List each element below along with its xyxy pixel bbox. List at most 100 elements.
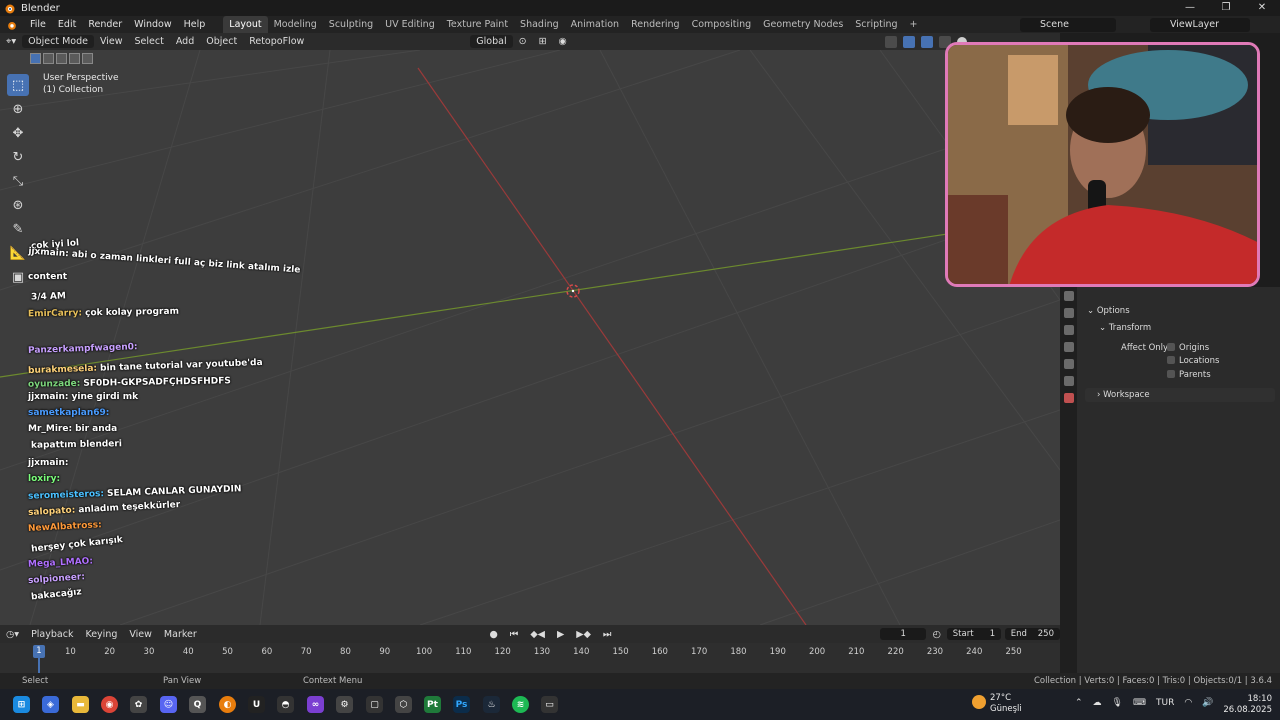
add-workspace-icon[interactable]: + — [904, 16, 924, 33]
scene-selector[interactable]: Scene — [1020, 16, 1116, 33]
select-extend-icon[interactable] — [43, 53, 54, 64]
annotate-tool-icon[interactable]: ✎ — [7, 218, 29, 240]
start-frame-field[interactable]: Start 1 — [946, 628, 1002, 640]
menu-help[interactable]: Help — [178, 16, 212, 33]
tab-geometry-nodes[interactable]: Geometry Nodes — [757, 16, 849, 33]
select-box-tool-icon[interactable]: ⬚ — [7, 74, 29, 96]
mode-dropdown[interactable]: Object Mode — [22, 35, 94, 48]
spotify-icon[interactable]: ≋ — [512, 696, 529, 713]
workspace-section-header[interactable]: › Workspace — [1085, 388, 1275, 402]
language-indicator[interactable]: TUR — [1156, 698, 1174, 708]
timeline-ruler[interactable]: 1 10 20 30 40 50 60 70 80 90 100 110 120 130 140 150 16… — [0, 643, 1060, 673]
tab-shading[interactable]: Shading — [514, 16, 565, 33]
tab-uv-editing[interactable]: UV Editing — [379, 16, 441, 33]
pycharm-icon[interactable]: Pt — [424, 696, 441, 713]
scene-properties-icon[interactable] — [1063, 359, 1074, 369]
clock-icon[interactable]: ◴ — [926, 626, 946, 643]
copilot-icon[interactable]: ◈ — [42, 696, 59, 713]
overlay-icon[interactable] — [921, 35, 933, 48]
menu-render[interactable]: Render — [82, 16, 128, 33]
timeline-view-menu[interactable]: View — [123, 626, 158, 643]
tab-sculpting[interactable]: Sculpting — [323, 16, 379, 33]
playhead[interactable]: 1 — [33, 645, 45, 658]
chevron-up-icon[interactable]: ⌃ — [1075, 698, 1083, 708]
view-layer-properties-icon[interactable] — [1063, 342, 1074, 352]
origins-checkbox[interactable]: Origins — [1167, 343, 1209, 353]
tool-properties-icon[interactable] — [1063, 291, 1074, 301]
tab-scripting[interactable]: Scripting — [849, 16, 903, 33]
end-frame-field[interactable]: End 250 — [1004, 628, 1060, 640]
mic-tray-icon[interactable]: 🎙 — [1112, 698, 1123, 708]
close-button[interactable]: ✕ — [1244, 0, 1280, 16]
measure-tool-icon[interactable]: 📐 — [7, 242, 29, 264]
visibility-icon[interactable] — [885, 35, 897, 48]
render-properties-icon[interactable] — [1063, 308, 1074, 318]
tab-rendering[interactable]: Rendering — [625, 16, 686, 33]
menu-add[interactable]: Add — [170, 33, 200, 50]
transform-tool-icon[interactable]: ⊛ — [7, 194, 29, 216]
menu-file[interactable]: File — [24, 16, 52, 33]
select-invert-icon[interactable] — [69, 53, 80, 64]
tab-texture-paint[interactable]: Texture Paint — [441, 16, 514, 33]
menu-view[interactable]: View — [94, 33, 129, 50]
scale-tool-icon[interactable]: ⤡ — [7, 170, 29, 192]
discord-icon[interactable]: ☺ — [160, 696, 177, 713]
select-subtract-icon[interactable] — [56, 53, 67, 64]
jump-start-icon[interactable]: ⏮ — [504, 626, 525, 643]
prev-keyframe-icon[interactable]: ◆◀ — [524, 626, 551, 643]
select-intersect-icon[interactable] — [82, 53, 93, 64]
scene-field[interactable]: Scene — [1020, 17, 1116, 32]
menu-retopoflow[interactable]: RetopoFlow — [243, 33, 310, 50]
visual-studio-icon[interactable]: ∞ — [307, 696, 324, 713]
tab-compositing[interactable]: Compositing — [686, 16, 758, 33]
volume-icon[interactable]: 🔊 — [1202, 698, 1213, 708]
app-icon-4[interactable]: ▢ — [366, 696, 383, 713]
record-icon[interactable]: ● — [483, 626, 503, 643]
blender-taskbar-icon[interactable]: ◐ — [219, 696, 236, 713]
app-icon-3[interactable]: ⚙ — [336, 696, 353, 713]
select-new-icon[interactable] — [30, 53, 41, 64]
current-frame-field[interactable]: 1 — [880, 628, 927, 640]
keyboard-tray-icon[interactable]: ⌨ — [1133, 698, 1146, 708]
rotate-tool-icon[interactable]: ↻ — [7, 146, 29, 168]
transform-subsection-header[interactable]: ⌄ Transform — [1099, 323, 1151, 333]
photoshop-icon[interactable]: Ps — [453, 696, 470, 713]
snap-icon[interactable]: ⊞ — [533, 33, 553, 50]
transform-orientation-dropdown[interactable]: Global — [470, 35, 513, 48]
taskbar-clock[interactable]: 18:10 26.08.2025 — [1222, 694, 1272, 716]
add-cube-tool-icon[interactable]: ▣ — [7, 266, 29, 288]
menu-edit[interactable]: Edit — [52, 16, 82, 33]
chrome-icon[interactable]: ◉ — [101, 696, 118, 713]
output-properties-icon[interactable] — [1063, 325, 1074, 335]
tab-modeling[interactable]: Modeling — [268, 16, 323, 33]
move-tool-icon[interactable]: ✥ — [7, 122, 29, 144]
3d-viewport[interactable]: User Perspective (1) Collection ⬚ ⊕ ✥ ↻ … — [0, 50, 1060, 625]
jump-end-icon[interactable]: ⏭ — [597, 626, 618, 643]
network-tray-icon[interactable]: ☁ — [1093, 698, 1102, 708]
world-properties-icon[interactable] — [1063, 376, 1074, 386]
unreal-icon[interactable]: U — [248, 696, 265, 713]
minimize-button[interactable]: — — [1172, 0, 1208, 16]
app-icon-1[interactable]: ✿ — [130, 696, 147, 713]
file-explorer-icon[interactable]: ▬ — [72, 696, 89, 713]
play-icon[interactable]: ▶ — [551, 626, 570, 643]
menu-window[interactable]: Window — [128, 16, 177, 33]
terminal-icon[interactable]: ▭ — [541, 696, 558, 713]
windows-start-icon[interactable]: ⊞ — [13, 696, 30, 713]
unity-icon[interactable]: ⬡ — [395, 696, 412, 713]
wifi-icon[interactable]: ◠ — [1184, 698, 1192, 708]
viewlayer-selector[interactable]: ViewLayer — [1150, 16, 1250, 33]
editor-type-icon[interactable]: ⌖▾ — [0, 33, 22, 50]
steam-icon[interactable]: ♨ — [483, 696, 500, 713]
blender-menu-icon[interactable] — [6, 19, 18, 31]
menu-object[interactable]: Object — [200, 33, 243, 50]
next-keyframe-icon[interactable]: ▶◆ — [570, 626, 597, 643]
menu-select[interactable]: Select — [129, 33, 170, 50]
marker-menu[interactable]: Marker — [158, 626, 203, 643]
gizmo-icon[interactable] — [903, 35, 915, 48]
cursor-tool-icon[interactable]: ⊕ — [7, 98, 29, 120]
app-icon-2[interactable]: Q — [189, 696, 206, 713]
parents-checkbox[interactable]: Parents — [1167, 370, 1211, 380]
tab-animation[interactable]: Animation — [565, 16, 625, 33]
locations-checkbox[interactable]: Locations — [1167, 356, 1219, 366]
